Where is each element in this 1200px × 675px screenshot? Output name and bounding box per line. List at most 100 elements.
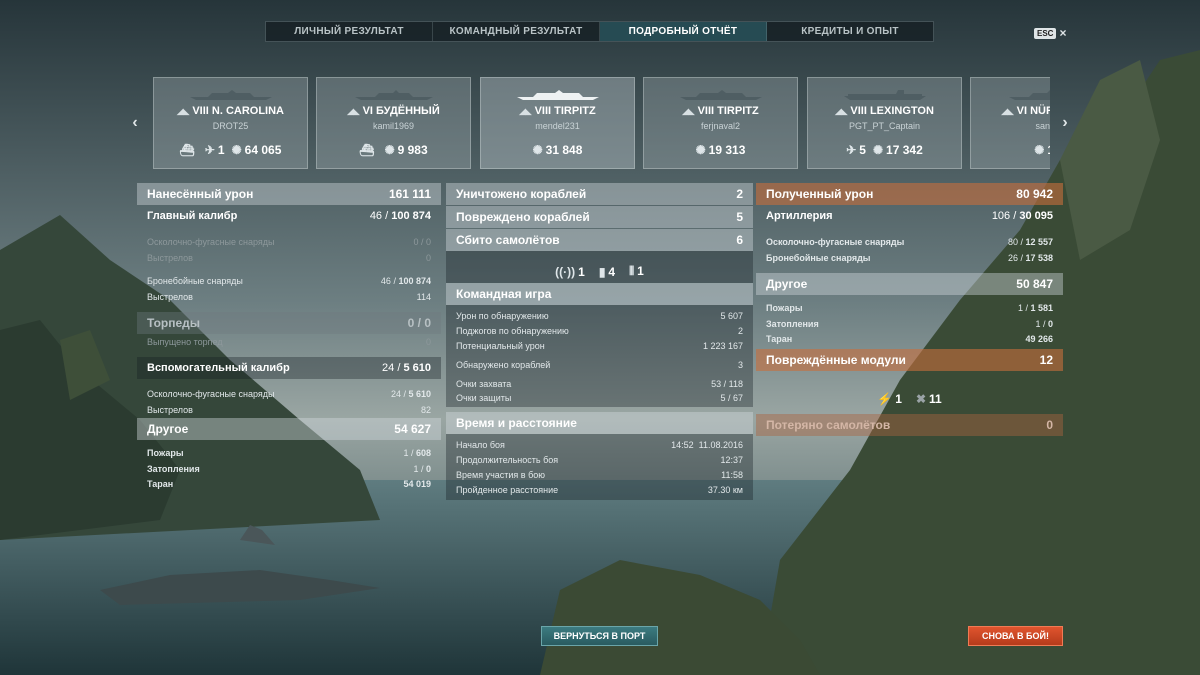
received-he-row: Осколочно-фугасные снаряды 80 / 12 557 xyxy=(766,237,1053,247)
player-name: mendel231 xyxy=(535,121,580,131)
other-dealt-header: Другое 54 627 xyxy=(137,418,441,440)
torpedoes-header: Торпеды 0 / 0 xyxy=(137,312,441,334)
battle-again-button[interactable]: СНОВА В БОЙ! xyxy=(968,626,1063,646)
radio-signal-icon: ((·)) xyxy=(555,265,576,279)
player-name: DROT25 xyxy=(212,121,249,131)
ship-card[interactable]: ◢◣ VI БУДЁННЫЙ kamil1969 ⛴ ✺ 9 983 xyxy=(316,77,471,169)
damaged-module-icon: ⚡ xyxy=(877,392,893,406)
ship-name: LEXINGTON xyxy=(869,105,934,117)
ship-class-icon: ◢◣ xyxy=(835,107,848,116)
planes-shot-value: 5 xyxy=(859,143,866,157)
ship-card[interactable]: ◢◣ VIII TIRPITZ ferjnaval2 ✺ 19 313 xyxy=(643,77,798,169)
damage-value: 16 xyxy=(1047,143,1050,157)
esc-close-button[interactable]: ESC × xyxy=(1034,26,1066,40)
damage-burst-icon: ✺ xyxy=(872,143,884,157)
report-tabs: ЛИЧНЫЙ РЕЗУЛЬТАТ КОМАНДНЫЙ РЕЗУЛЬТАТ ПОД… xyxy=(265,21,934,42)
planes-breakdown: ((·)) 1 ▮ 4 ⫴ 1 xyxy=(446,251,753,283)
planes-lost-header: Потеряно самолётов 0 xyxy=(756,414,1063,436)
tab-personal-result[interactable]: ЛИЧНЫЙ РЕЗУЛЬТАТ xyxy=(266,22,433,41)
ship-card[interactable]: ◢◣ VIII TIRPITZ mendel231 ✺ 31 848 xyxy=(480,77,635,169)
ship-card[interactable]: ◢◣ VIII N. CAROLINA DROT25 ⛴ ✈ 1 ✺ 64 065 xyxy=(153,77,308,169)
spotting-fires-row: Поджогов по обнаружению 2 xyxy=(456,325,743,336)
plane-shot-icon: ✈ xyxy=(204,143,215,157)
defense-points-row: Очки защиты 5 / 67 xyxy=(456,392,743,403)
main-caliber-row: Главный калибр 46 / 100 874 xyxy=(147,210,431,222)
carousel-prev-arrow-icon[interactable]: ‹ xyxy=(128,112,142,134)
received-fires-row: Пожары 1 / 1 581 xyxy=(766,303,1053,313)
ship-tier: VI xyxy=(362,105,373,117)
ship-class-icon: ◢◣ xyxy=(682,107,695,116)
ship-carousel: ◢◣ VIII N. CAROLINA DROT25 ⛴ ✈ 1 ✺ 64 065 ◢… xyxy=(153,77,1050,169)
team-play-header: Командная игра xyxy=(446,283,753,305)
tab-team-result[interactable]: КОМАНДНЫЙ РЕЗУЛЬТАТ xyxy=(433,22,600,41)
ram-row: Таран 54 019 xyxy=(147,478,431,489)
damage-received-panel: Полученный урон 80 942 Артиллерия 106 / 3… xyxy=(756,183,1063,436)
received-ap-row: Бронебойные снаряды 26 / 17 538 xyxy=(766,253,1053,263)
torpedo-hit-icon: ⛴ xyxy=(179,143,195,157)
bomb-icon: ▮ xyxy=(598,265,606,279)
planes-shot-value: 1 xyxy=(217,143,225,157)
close-icon: × xyxy=(1059,26,1067,40)
torpedo-hit-icon: ⛴ xyxy=(359,143,375,157)
damage-value: 17 342 xyxy=(886,143,923,157)
battleship-silhouette-icon xyxy=(516,90,599,100)
damage-burst-icon: ✺ xyxy=(532,143,543,157)
player-name: sanek xyxy=(1035,121,1050,131)
ship-tier: VIII xyxy=(192,105,209,117)
esc-key-label: ESC xyxy=(1034,27,1057,39)
participation-time-row: Время участия в бою 11:58 xyxy=(456,469,743,480)
destroyed-module-icon: ✖ xyxy=(915,392,926,406)
ships-spotted-row: Обнаружено кораблей 3 xyxy=(456,360,743,370)
ap-shells-row: Бронебойные снаряды 46 / 100 874 xyxy=(147,276,431,286)
floods-row: Затопления 1 / 0 xyxy=(147,463,431,474)
carrier-silhouette-icon xyxy=(843,90,926,100)
ship-card[interactable]: ◢◣ VIII LEXINGTON PGT_PT_Captain ✈ 5 ✺ 17 3… xyxy=(807,77,962,169)
torpedo-bomber-icon: ⫴ xyxy=(629,264,635,278)
planes-shot-header: Сбито самолётов 6 xyxy=(446,229,753,251)
secondary-he-row: Осколочно-фугасные снаряды 24 / 5 610 xyxy=(147,389,431,399)
secondary-caliber-row: Вспомогательный калибр 24 / 5 610 xyxy=(137,357,441,379)
ship-card[interactable]: ◢◣VI NÜRNBERG sanek ✺16 xyxy=(970,77,1050,169)
damage-received-header: Полученный урон 80 942 xyxy=(756,183,1063,205)
capture-points-row: Очки захвата 53 / 118 xyxy=(456,378,743,389)
damage-burst-icon: ✺ xyxy=(384,143,395,157)
ship-name: БУДЁННЫЙ xyxy=(376,105,440,117)
torpedoes-launched-row: Выпущено торпед 0 xyxy=(147,337,431,347)
spotting-damage-row: Урон по обнаружению 5 607 xyxy=(456,310,743,321)
cruiser-silhouette-icon xyxy=(354,90,433,100)
ap-shots-row: Выстрелов 114 xyxy=(147,292,431,302)
return-to-port-button[interactable]: ВЕРНУТЬСЯ В ПОРТ xyxy=(541,626,658,646)
time-distance-header: Время и расстояние xyxy=(446,412,753,434)
damage-burst-icon: ✺ xyxy=(695,143,706,157)
cruiser-silhouette-icon xyxy=(1008,90,1050,100)
plane-shot-icon: ✈ xyxy=(846,143,857,157)
tab-detailed-report[interactable]: ПОДРОБНЫЙ ОТЧЁТ xyxy=(600,22,767,41)
ship-tier: VIII xyxy=(697,105,715,117)
damage-value: 9 983 xyxy=(397,143,428,157)
battleship-silhouette-icon xyxy=(679,90,762,100)
he-shots-row: Выстрелов 0 xyxy=(147,253,431,263)
ship-tier: VIII xyxy=(534,105,552,117)
combat-summary-panel: Уничтожено кораблей 2 Повреждено кораблей… xyxy=(446,183,753,500)
damaged-modules-header: Повреждённые модули 12 xyxy=(756,349,1063,371)
received-other-header: Другое 50 847 xyxy=(756,273,1063,295)
battle-duration-row: Продолжительность боя 12:37 xyxy=(456,454,743,465)
ship-class-icon: ◢◣ xyxy=(347,107,360,116)
fires-row: Пожары 1 / 608 xyxy=(147,448,431,458)
received-ram-row: Таран 49 266 xyxy=(766,333,1053,344)
time-distance-list: Начало боя 14:52 11.08.2016 Продолжительн… xyxy=(446,434,753,500)
player-name: kamil1969 xyxy=(372,121,415,131)
battleship-silhouette-icon xyxy=(189,90,272,100)
damage-burst-icon: ✺ xyxy=(231,143,242,157)
player-name: ferjnaval2 xyxy=(700,121,741,131)
tab-credits-xp[interactable]: КРЕДИТЫ И ОПЫТ xyxy=(767,22,933,41)
ship-name: TIRPITZ xyxy=(554,105,596,117)
damage-burst-icon: ✺ xyxy=(1034,143,1045,157)
player-name: PGT_PT_Captain xyxy=(848,121,921,131)
ship-tier: VI xyxy=(1016,105,1028,117)
carousel-next-arrow-icon[interactable]: › xyxy=(1058,112,1072,134)
damage-dealt-panel: Нанесённый урон 161 111 Главный калибр 46… xyxy=(137,183,441,491)
battle-start-row: Начало боя 14:52 11.08.2016 xyxy=(456,439,743,450)
ships-destroyed-header: Уничтожено кораблей 2 xyxy=(446,183,753,205)
team-play-list: Урон по обнаружению 5 607 Поджогов по обн… xyxy=(446,305,753,407)
